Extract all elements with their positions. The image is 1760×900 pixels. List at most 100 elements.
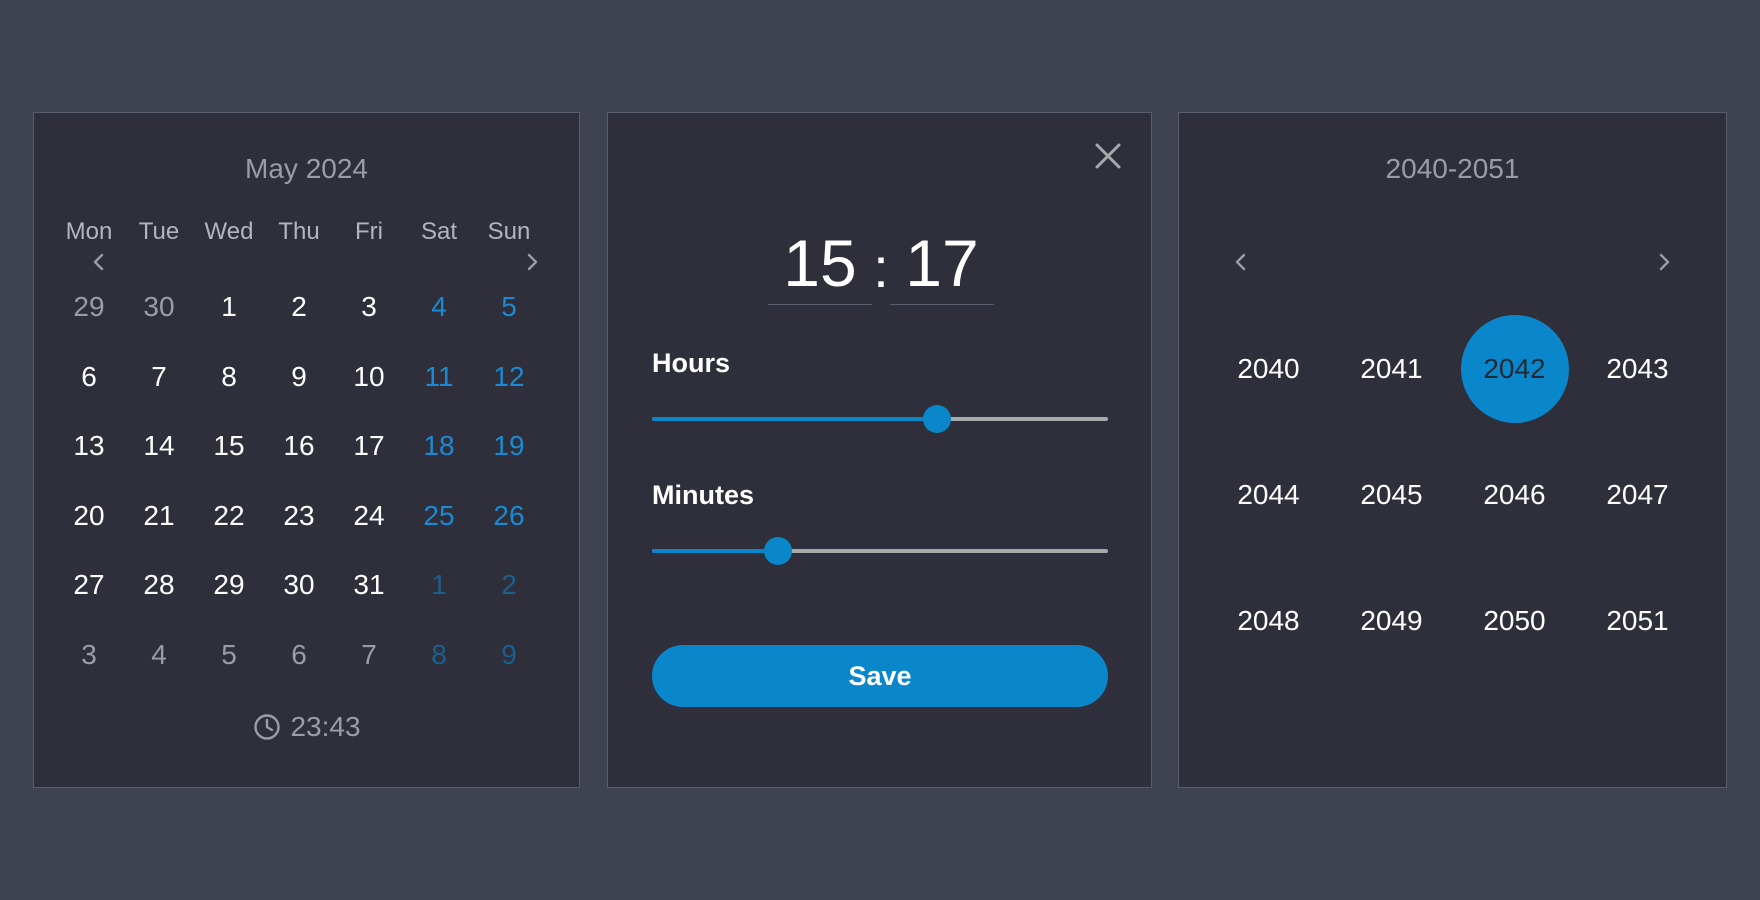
day-cell[interactable]: 11 xyxy=(404,357,474,427)
day-cell[interactable]: 6 xyxy=(54,357,124,427)
day-cell[interactable]: 15 xyxy=(194,426,264,496)
day-cell[interactable]: 30 xyxy=(264,565,334,635)
day-cell[interactable]: 4 xyxy=(404,287,474,357)
year-range-title: 2040-2051 xyxy=(1385,153,1520,184)
hours-field[interactable]: 15 xyxy=(768,223,872,305)
weekday-header: Mon Tue Wed Thu Fri Sat Sun xyxy=(54,217,544,247)
day-cell[interactable]: 2 xyxy=(264,287,334,357)
day-cell[interactable]: 14 xyxy=(124,426,194,496)
hours-slider-thumb[interactable] xyxy=(923,405,951,433)
day-cell[interactable]: 23 xyxy=(264,496,334,566)
minutes-label: Minutes xyxy=(652,480,755,510)
year-label: 2044 xyxy=(1237,479,1300,510)
day-cell[interactable]: 25 xyxy=(404,496,474,566)
year-cell[interactable]: 2046 xyxy=(1453,432,1576,558)
day-cell[interactable]: 9 xyxy=(474,635,544,705)
clock-icon xyxy=(254,714,281,740)
minutes-slider-thumb[interactable] xyxy=(764,537,792,565)
day-cell[interactable]: 28 xyxy=(124,565,194,635)
prev-decade-button[interactable] xyxy=(1226,247,1256,277)
hours-label: Hours xyxy=(652,348,731,378)
day-cell[interactable]: 19 xyxy=(474,426,544,496)
clock-time-text: 23:43 xyxy=(290,711,361,742)
year-label: 2047 xyxy=(1606,479,1669,510)
year-label: 2050 xyxy=(1483,605,1546,636)
year-cell[interactable]: 2044 xyxy=(1207,432,1330,558)
day-cell[interactable]: 30 xyxy=(124,287,194,357)
day-cell[interactable]: 7 xyxy=(334,635,404,705)
day-cell[interactable]: 24 xyxy=(334,496,404,566)
year-cell[interactable]: 2041 xyxy=(1330,306,1453,432)
day-cell[interactable]: 31 xyxy=(334,565,404,635)
year-cell[interactable]: 2050 xyxy=(1453,558,1576,684)
time-display: 15 : 17 xyxy=(768,223,994,305)
weekday-label: Fri xyxy=(355,218,383,245)
day-cell[interactable]: 21 xyxy=(124,496,194,566)
weekday-label: Tue xyxy=(138,218,180,245)
save-button[interactable]: Save xyxy=(652,645,1108,707)
year-cell-selected[interactable]: 2042 xyxy=(1453,306,1576,432)
year-label: 2051 xyxy=(1606,605,1669,636)
year-cell[interactable]: 2049 xyxy=(1330,558,1453,684)
chevron-left-icon xyxy=(93,253,104,271)
stage: May 2024 Mon Tue Wed Thu Fri Sat Sun 29 3… xyxy=(0,0,1760,900)
weekday-label: Thu xyxy=(278,218,320,245)
year-label: 2046 xyxy=(1483,479,1546,510)
day-cell[interactable]: 27 xyxy=(54,565,124,635)
year-cell[interactable]: 2051 xyxy=(1576,558,1699,684)
prev-month-button[interactable] xyxy=(84,247,114,277)
hours-slider[interactable] xyxy=(652,404,1108,434)
next-decade-button[interactable] xyxy=(1649,247,1679,277)
year-grid: 2040 2041 2042 2043 2044 2045 2046 2047 2048 2049… xyxy=(1207,306,1699,684)
minutes-slider-fill xyxy=(652,549,778,553)
day-cell[interactable]: 3 xyxy=(54,635,124,705)
year-label: 2041 xyxy=(1360,353,1423,384)
day-cell[interactable]: 18 xyxy=(404,426,474,496)
day-cell[interactable]: 29 xyxy=(194,565,264,635)
minutes-field[interactable]: 17 xyxy=(890,223,994,305)
year-cell[interactable]: 2040 xyxy=(1207,306,1330,432)
day-cell[interactable]: 6 xyxy=(264,635,334,705)
close-icon xyxy=(1095,143,1121,169)
day-cell[interactable]: 2 xyxy=(474,565,544,635)
day-cell[interactable]: 10 xyxy=(334,357,404,427)
day-cell[interactable]: 7 xyxy=(124,357,194,427)
day-cell[interactable]: 26 xyxy=(474,496,544,566)
weekday-label: Sun xyxy=(487,218,531,245)
day-cell[interactable]: 4 xyxy=(124,635,194,705)
year-label: 2042 xyxy=(1460,315,1569,423)
day-cell[interactable]: 8 xyxy=(194,357,264,427)
day-grid: 29 30 1 2 3 4 5 6 7 8 9 10 11 12 13 14 15 16 17 18 19 20 21 22 2… xyxy=(54,287,544,705)
day-cell[interactable]: 5 xyxy=(474,287,544,357)
weekday-label: Wed xyxy=(204,218,254,245)
weekday-label: Sat xyxy=(420,218,458,245)
close-button[interactable] xyxy=(1092,140,1124,172)
day-cell[interactable]: 1 xyxy=(194,287,264,357)
year-cell[interactable]: 2047 xyxy=(1576,432,1699,558)
chevron-left-icon xyxy=(1235,253,1246,271)
month-title[interactable]: May 2024 xyxy=(154,149,459,189)
year-cell[interactable]: 2048 xyxy=(1207,558,1330,684)
minutes-slider[interactable] xyxy=(652,536,1108,566)
day-cell[interactable]: 29 xyxy=(54,287,124,357)
day-cell[interactable]: 16 xyxy=(264,426,334,496)
day-cell[interactable]: 17 xyxy=(334,426,404,496)
year-label: 2040 xyxy=(1237,353,1300,384)
next-month-button[interactable] xyxy=(517,247,547,277)
day-cell[interactable]: 3 xyxy=(334,287,404,357)
day-cell[interactable]: 5 xyxy=(194,635,264,705)
day-cell[interactable]: 20 xyxy=(54,496,124,566)
year-picker-panel: 2040-2051 2040 2041 2042 2043 2044 2045 2046 20… xyxy=(1178,112,1727,788)
time-picker-panel: 15 : 17 Hours Minutes Save xyxy=(607,112,1152,788)
day-cell[interactable]: 13 xyxy=(54,426,124,496)
year-cell[interactable]: 2045 xyxy=(1330,432,1453,558)
day-cell[interactable]: 1 xyxy=(404,565,474,635)
day-cell[interactable]: 12 xyxy=(474,357,544,427)
calendar-panel: May 2024 Mon Tue Wed Thu Fri Sat Sun 29 3… xyxy=(33,112,580,788)
day-cell[interactable]: 22 xyxy=(194,496,264,566)
weekday-label: Mon xyxy=(65,218,113,245)
day-cell[interactable]: 9 xyxy=(264,357,334,427)
year-cell[interactable]: 2043 xyxy=(1576,306,1699,432)
day-cell[interactable]: 8 xyxy=(404,635,474,705)
time-toggle-button[interactable]: 23:43 xyxy=(34,711,579,743)
